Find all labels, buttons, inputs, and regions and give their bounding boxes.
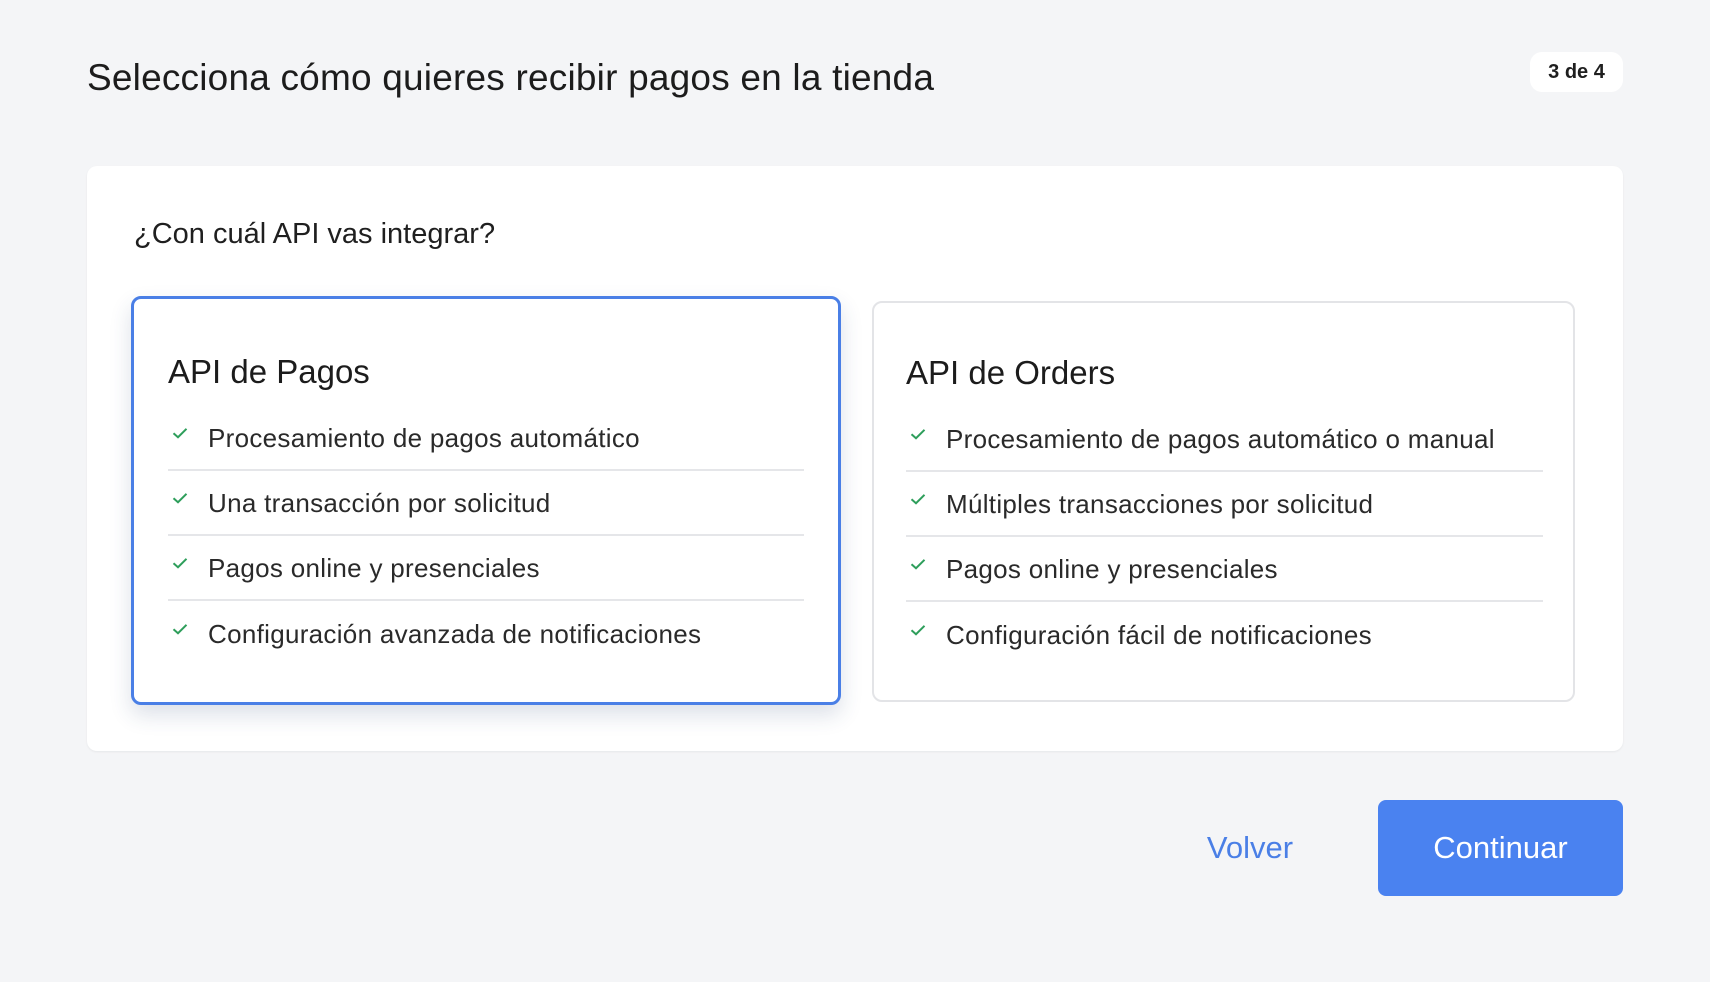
feature-item: Configuración fácil de notificaciones — [906, 602, 1543, 667]
feature-label: Procesamiento de pagos automático o manu… — [946, 423, 1495, 454]
feature-label: Múltiples transacciones por solicitud — [946, 488, 1374, 519]
feature-label: Procesamiento de pagos automático — [208, 422, 640, 453]
check-icon — [906, 493, 946, 505]
api-selection-panel: ¿Con cuál API vas integrar? API de Pagos… — [87, 166, 1623, 751]
option-card-api-orders[interactable]: API de Orders Procesamiento de pagos aut… — [872, 301, 1575, 702]
feature-item: Múltiples transacciones por solicitud — [906, 472, 1543, 537]
check-icon — [168, 427, 208, 439]
page-title: Selecciona cómo quieres recibir pagos en… — [87, 57, 935, 98]
feature-label: Pagos online y presenciales — [208, 552, 540, 583]
feature-list: Procesamiento de pagos automático o manu… — [906, 407, 1543, 667]
api-question: ¿Con cuál API vas integrar? — [134, 218, 496, 250]
feature-item: Procesamiento de pagos automático — [168, 406, 804, 471]
check-icon — [906, 624, 946, 636]
check-icon — [906, 428, 946, 440]
feature-label: Una transacción por solicitud — [208, 487, 551, 518]
check-icon — [906, 558, 946, 570]
feature-item: Una transacción por solicitud — [168, 471, 804, 536]
feature-item: Procesamiento de pagos automático o manu… — [906, 407, 1543, 472]
check-icon — [168, 623, 208, 635]
check-icon — [168, 557, 208, 569]
check-icon — [168, 492, 208, 504]
feature-label: Configuración fácil de notificaciones — [946, 619, 1372, 650]
feature-label: Configuración avanzada de notificaciones — [208, 618, 702, 649]
feature-item: Pagos online y presenciales — [168, 536, 804, 601]
step-indicator-badge: 3 de 4 — [1530, 52, 1623, 92]
feature-item: Pagos online y presenciales — [906, 537, 1543, 602]
option-title: API de Pagos — [168, 353, 370, 390]
back-button[interactable]: Volver — [1190, 800, 1310, 896]
option-card-api-pagos[interactable]: API de Pagos Procesamiento de pagos auto… — [131, 296, 841, 705]
continue-button[interactable]: Continuar — [1378, 800, 1623, 896]
feature-list: Procesamiento de pagos automático Una tr… — [168, 406, 804, 666]
option-title: API de Orders — [906, 354, 1116, 391]
feature-item: Configuración avanzada de notificaciones — [168, 601, 804, 666]
feature-label: Pagos online y presenciales — [946, 553, 1278, 584]
